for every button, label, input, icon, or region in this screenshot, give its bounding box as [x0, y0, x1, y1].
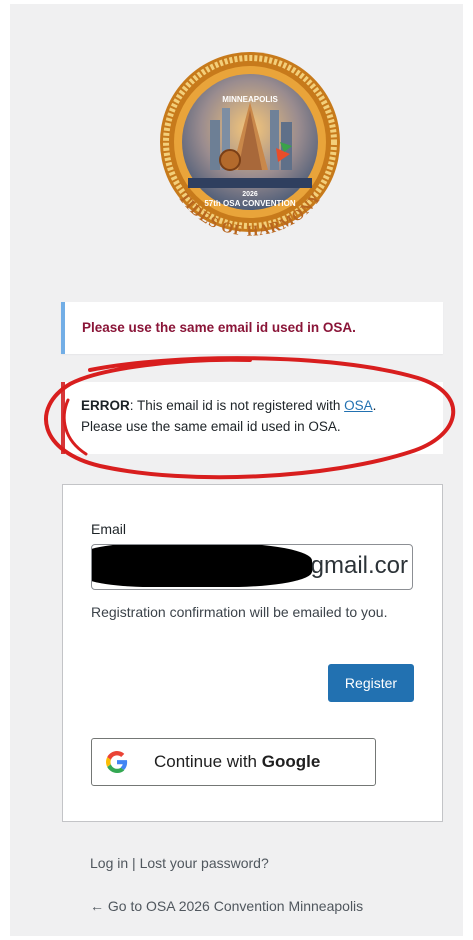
- confirmation-hint: Registration confirmation will be emaile…: [91, 604, 388, 620]
- email-field[interactable]: g@gmail.cor: [91, 544, 413, 590]
- nav-separator: |: [128, 855, 140, 871]
- error-punct: .: [372, 398, 377, 413]
- logo-convention-text: 57th OSA CONVENTION: [204, 199, 295, 208]
- google-icon: [106, 751, 128, 773]
- back-to-site-link[interactable]: ← Go to OSA 2026 Convention Minneapolis: [90, 898, 363, 914]
- login-link[interactable]: Log in: [90, 855, 128, 871]
- logo-year-text: 2026: [242, 191, 258, 198]
- info-notice: Please use the same email id used in OSA…: [61, 302, 443, 354]
- error-label: ERROR: [81, 398, 130, 413]
- lost-password-link[interactable]: Lost your password?: [140, 855, 269, 871]
- notice-message: Please use the same email id used in OSA…: [82, 320, 356, 335]
- osa-convention-logo: MINNEAPOLIS 2026 57th OSA CONVENTION TID…: [160, 52, 340, 240]
- error-text: : This email id is not registered with: [129, 398, 345, 413]
- logo-city-text: MINNEAPOLIS: [222, 95, 278, 104]
- registration-form: Email g@gmail.cor Registration confirmat…: [62, 484, 443, 822]
- google-signin-button[interactable]: Continue with Google: [91, 738, 376, 786]
- email-label: Email: [91, 521, 127, 537]
- error-line2: Please use the same email id used in OSA…: [81, 419, 341, 434]
- osa-link[interactable]: OSA: [344, 398, 373, 413]
- register-button[interactable]: Register: [328, 664, 414, 702]
- footer-nav: Log in | Lost your password?: [90, 855, 269, 871]
- error-notice: ERROR: This email id is not registered w…: [61, 382, 443, 454]
- google-button-label: Continue with Google: [154, 752, 321, 771]
- redaction-blot: [92, 545, 312, 587]
